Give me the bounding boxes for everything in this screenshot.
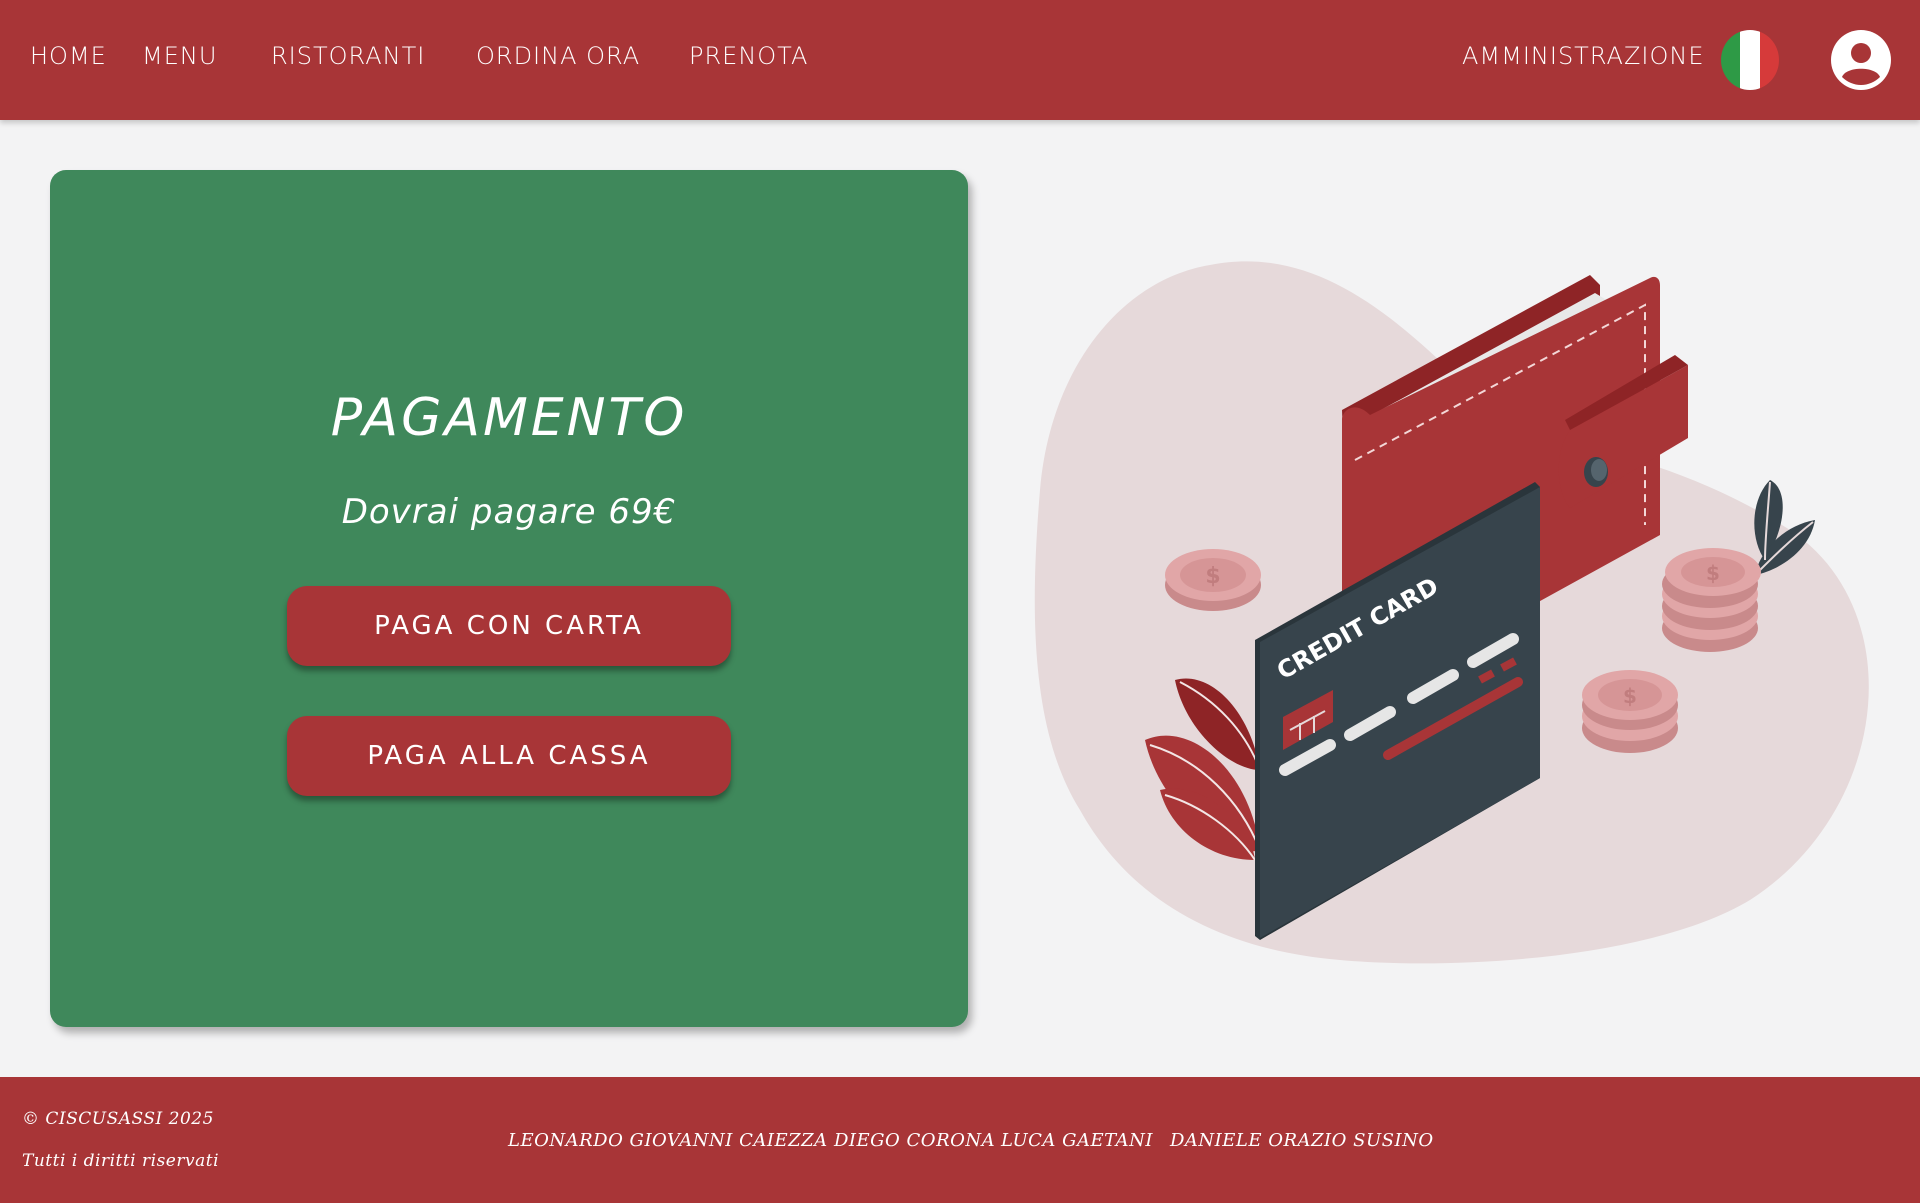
wallet-illustration: $ $ $ CREDIT CARD [1010, 250, 1890, 990]
nav-link-ordina-ora[interactable]: ORDINA ORA [476, 42, 640, 70]
user-circle-icon[interactable] [1831, 30, 1891, 90]
coin-icon: $ [1165, 549, 1261, 611]
svg-text:$: $ [1205, 564, 1220, 589]
pay-at-cashier-button[interactable]: PAGA ALLA CASSA [287, 716, 731, 796]
footer-author: DIEGO CORONA [834, 1130, 996, 1151]
nav-link-prenota[interactable]: PRENOTA [689, 42, 808, 70]
amount-due-text: Dovrai pagare 69€ [341, 492, 677, 532]
page-title: PAGAMENTO [330, 388, 688, 448]
navbar: HOME MENU RISTORANTI ORDINA ORA PRENOTA … [0, 0, 1920, 120]
footer: © CISCUSASSI 2025 Tutti i diritti riserv… [0, 1077, 1920, 1203]
nav-link-menu[interactable]: MENU [142, 42, 217, 70]
svg-text:$: $ [1623, 684, 1637, 708]
footer-author: DANIELE ORAZIO SUSINO [1170, 1130, 1434, 1151]
italian-flag-icon[interactable] [1721, 30, 1779, 90]
rights-text: Tutti i diritti riservati [22, 1151, 220, 1171]
nav-link-amministrazione[interactable]: AMMINISTRAZIONE [1462, 42, 1704, 70]
nav-link-home[interactable]: HOME [30, 42, 107, 70]
coin-stack-icon: $ [1662, 548, 1761, 652]
footer-author: LUCA GAETANI [1001, 1130, 1154, 1151]
footer-author: LEONARDO GIOVANNI CAIEZZA [508, 1130, 828, 1151]
svg-text:$: $ [1706, 561, 1720, 585]
coin-icon: $ [1582, 670, 1678, 753]
pay-with-card-button[interactable]: PAGA CON CARTA [287, 586, 731, 666]
nav-link-ristoranti[interactable]: RISTORANTI [271, 42, 425, 70]
copyright-text: © CISCUSASSI 2025 [22, 1109, 214, 1129]
